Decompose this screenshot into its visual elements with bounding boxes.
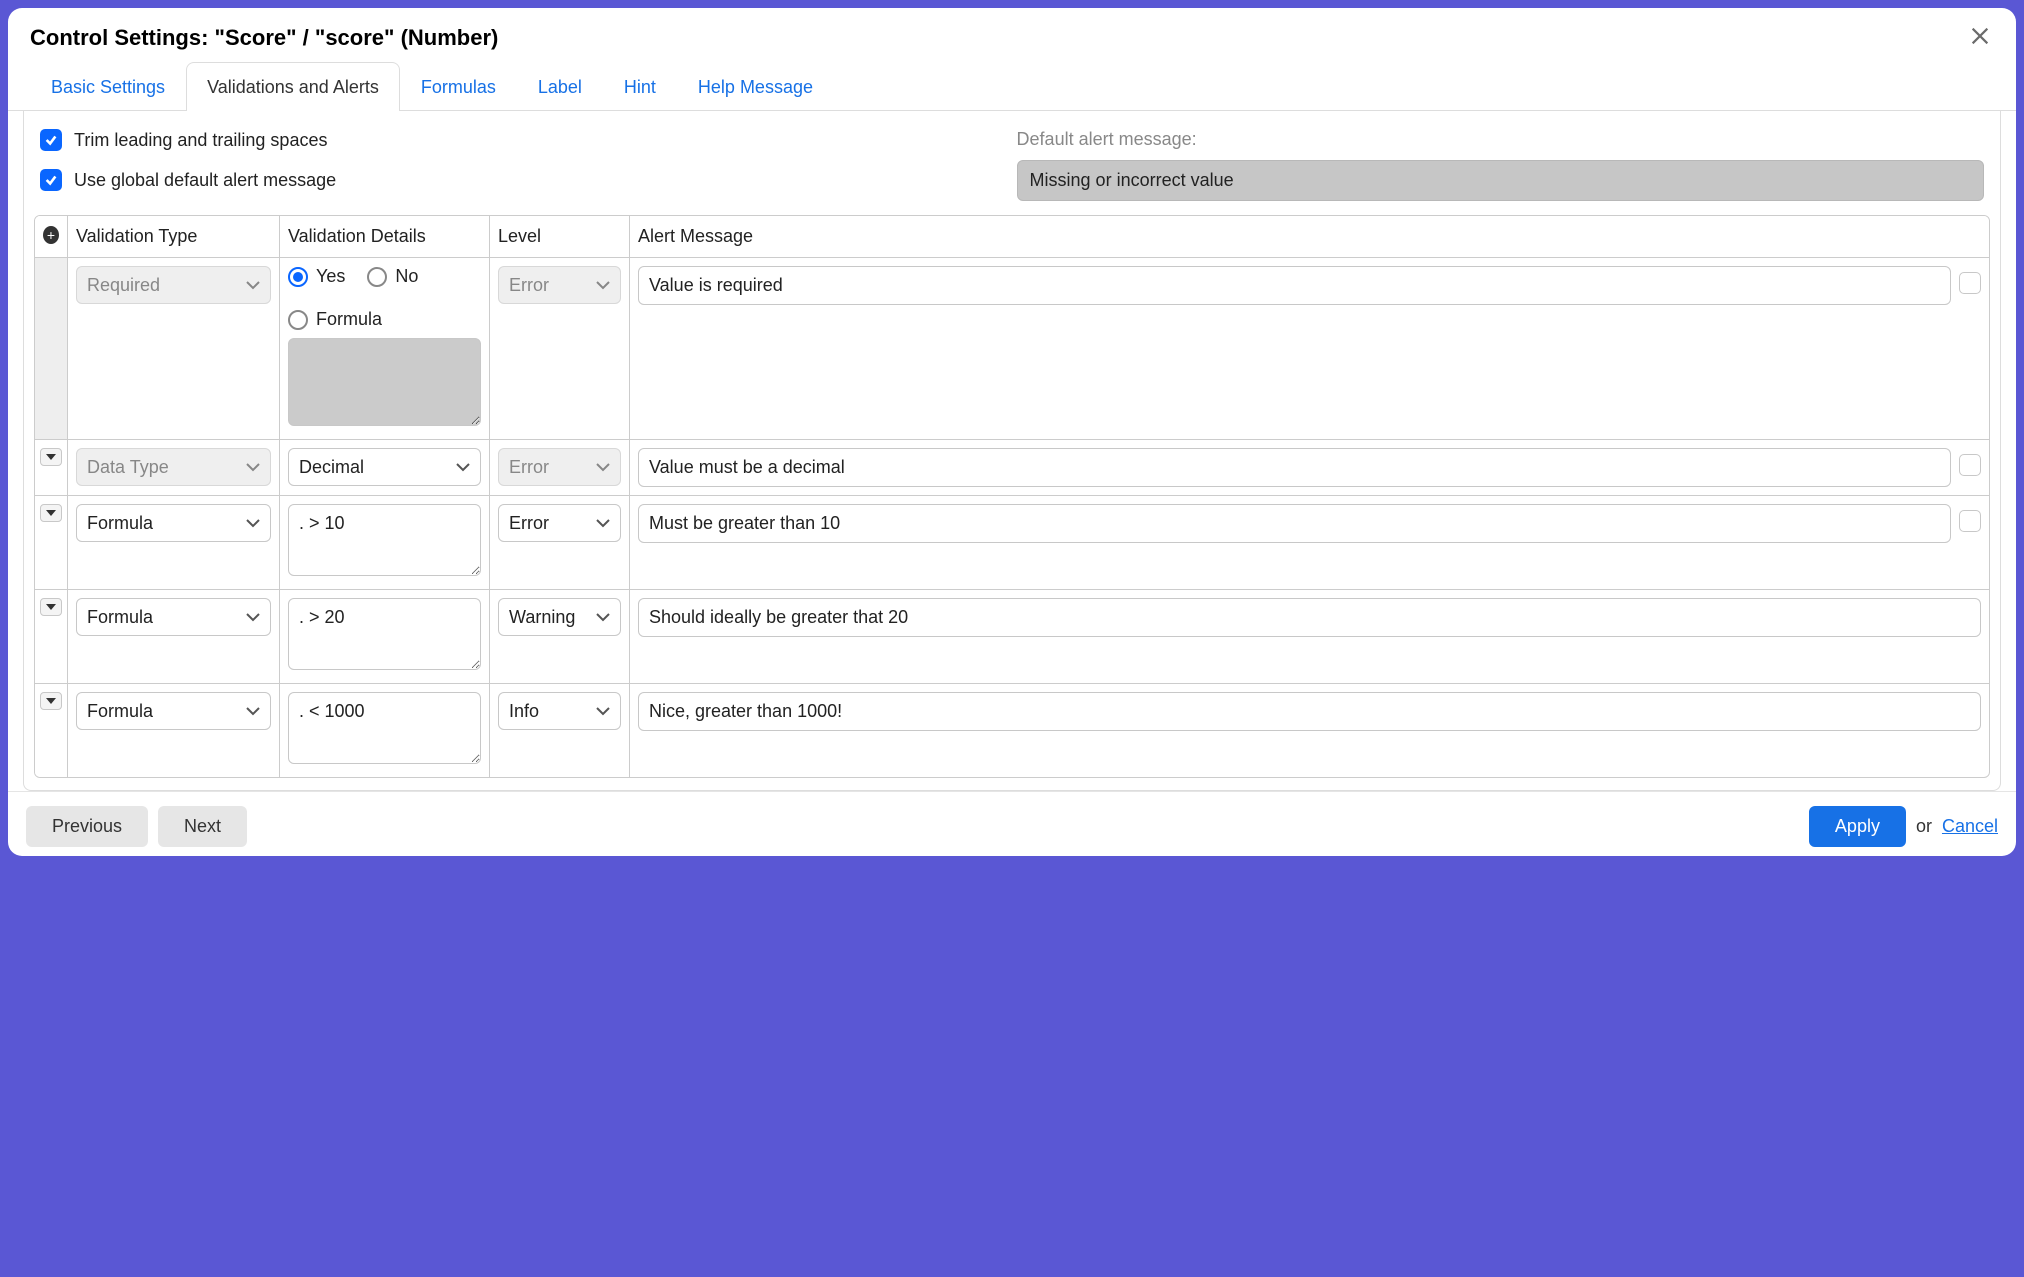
validation-type-select[interactable]: Formula (76, 692, 271, 730)
validation-type-select: Required (76, 266, 271, 304)
row-menu-button[interactable] (40, 692, 62, 710)
alert-message-input[interactable] (638, 692, 1981, 731)
required-no-radio[interactable]: No (367, 266, 418, 287)
table-row: Required Yes No (35, 257, 1989, 439)
radio-label: Formula (316, 309, 382, 330)
header-cell-add: + (35, 216, 67, 257)
alert-message-input[interactable] (638, 448, 1951, 487)
tab-help-message[interactable]: Help Message (677, 62, 834, 111)
alert-flag-checkbox[interactable] (1959, 454, 1981, 476)
table-row: Formula . > 10 Error (35, 495, 1989, 589)
level-select[interactable]: Warning (498, 598, 621, 636)
tab-validations-and-alerts[interactable]: Validations and Alerts (186, 62, 400, 111)
radio-label: Yes (316, 266, 345, 287)
row-menu-button[interactable] (40, 598, 62, 616)
close-button[interactable] (1966, 24, 1994, 52)
alert-message-input[interactable] (638, 598, 1981, 637)
default-alert-input[interactable] (1017, 160, 1984, 201)
validation-type-select[interactable]: Formula (76, 504, 271, 542)
row-menu-button[interactable] (40, 448, 62, 466)
alert-message-input[interactable] (638, 266, 1951, 305)
required-yes-radio[interactable]: Yes (288, 266, 345, 287)
table-header: + Validation Type Validation Details Lev… (35, 216, 1989, 257)
validation-type-select[interactable]: Formula (76, 598, 271, 636)
dialog-window: Control Settings: "Score" / "score" (Num… (8, 8, 2016, 856)
next-button[interactable]: Next (158, 806, 247, 847)
row-handle-cell (35, 496, 67, 589)
alert-message-input[interactable] (638, 504, 1951, 543)
caret-down-icon (46, 604, 56, 610)
dialog-header: Control Settings: "Score" / "score" (Num… (8, 8, 2016, 62)
use-global-alert-checkbox[interactable]: Use global default alert message (40, 169, 993, 191)
checkbox-checked-icon (40, 129, 62, 151)
data-type-select[interactable]: Decimal (288, 448, 481, 486)
dialog-title: Control Settings: "Score" / "score" (Num… (30, 25, 498, 51)
formula-textarea[interactable]: . > 20 (288, 598, 481, 670)
validations-table: + Validation Type Validation Details Lev… (34, 215, 1990, 778)
required-formula-radio[interactable]: Formula (288, 309, 382, 330)
tabs-bar: Basic Settings Validations and Alerts Fo… (8, 62, 2016, 111)
level-select[interactable]: Info (498, 692, 621, 730)
default-alert-label: Default alert message: (1017, 129, 1984, 150)
level-select: Error (498, 266, 621, 304)
or-text: or (1916, 816, 1932, 837)
apply-button[interactable]: Apply (1809, 806, 1906, 847)
header-validation-details: Validation Details (279, 216, 489, 257)
caret-down-icon (46, 510, 56, 516)
details-textarea (288, 338, 481, 426)
cancel-link[interactable]: Cancel (1942, 816, 1998, 837)
row-handle-cell (35, 684, 67, 777)
level-select[interactable]: Error (498, 504, 621, 542)
row-handle-cell (35, 440, 67, 495)
tab-formulas[interactable]: Formulas (400, 62, 517, 111)
close-icon (1969, 25, 1991, 52)
trim-spaces-label: Trim leading and trailing spaces (74, 130, 327, 151)
row-menu-button[interactable] (40, 504, 62, 522)
previous-button[interactable]: Previous (26, 806, 148, 847)
header-level: Level (489, 216, 629, 257)
dialog-footer: Previous Next Apply or Cancel (8, 791, 2016, 856)
radio-label: No (395, 266, 418, 287)
tab-label[interactable]: Label (517, 62, 603, 111)
alert-flag-checkbox[interactable] (1959, 272, 1981, 294)
header-validation-type: Validation Type (67, 216, 279, 257)
options-row: Trim leading and trailing spaces Use glo… (34, 129, 1990, 215)
add-row-button[interactable]: + (43, 226, 59, 244)
panel-body: Trim leading and trailing spaces Use glo… (23, 111, 2001, 791)
formula-textarea[interactable]: . > 10 (288, 504, 481, 576)
level-select: Error (498, 448, 621, 486)
table-row: Formula . > 20 Warning (35, 589, 1989, 683)
tab-hint[interactable]: Hint (603, 62, 677, 111)
formula-textarea[interactable]: . < 1000 (288, 692, 481, 764)
table-row: Data Type Decimal Error (35, 439, 1989, 495)
tab-basic-settings[interactable]: Basic Settings (30, 62, 186, 111)
row-handle-cell (35, 258, 67, 439)
caret-down-icon (46, 698, 56, 704)
validation-type-select: Data Type (76, 448, 271, 486)
header-alert-message: Alert Message (629, 216, 1989, 257)
use-global-alert-label: Use global default alert message (74, 170, 336, 191)
trim-spaces-checkbox[interactable]: Trim leading and trailing spaces (40, 129, 993, 151)
plus-icon: + (47, 227, 55, 243)
row-handle-cell (35, 590, 67, 683)
checkbox-checked-icon (40, 169, 62, 191)
caret-down-icon (46, 454, 56, 460)
table-row: Formula . < 1000 Info (35, 683, 1989, 777)
alert-flag-checkbox[interactable] (1959, 510, 1981, 532)
required-radio-group: Yes No Formula (288, 266, 481, 330)
